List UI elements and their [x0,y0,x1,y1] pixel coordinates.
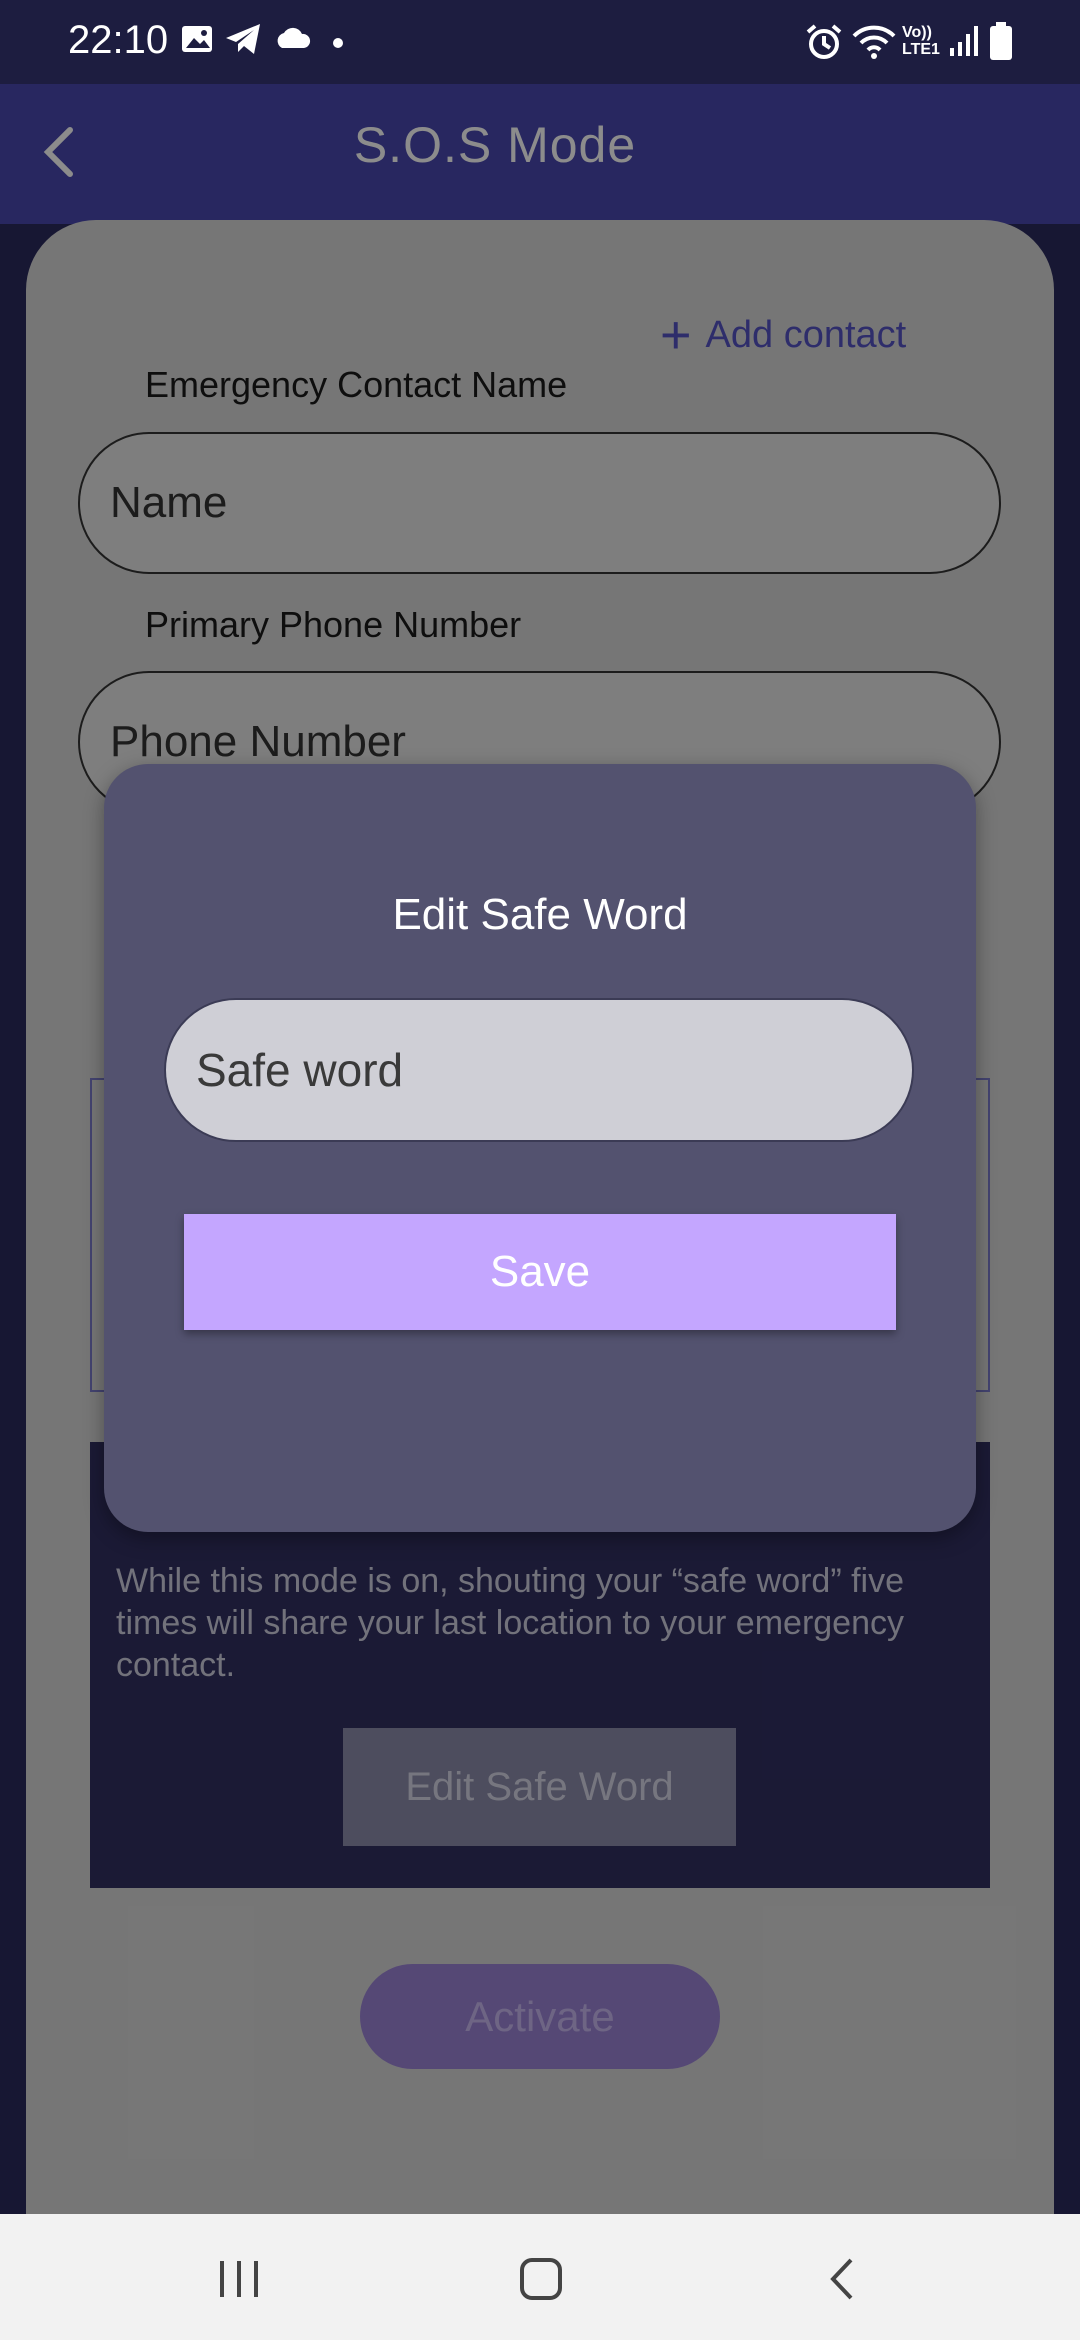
volte-icon: Vo)) LTE1 [902,24,940,58]
edit-safe-word-dialog [104,764,976,1532]
cloud-icon [272,22,312,61]
image-icon [180,22,214,61]
signal-icon [948,22,982,63]
safe-word-input[interactable]: Safe word [164,998,914,1142]
battery-icon [990,22,1012,65]
home-icon [520,2258,562,2300]
dialog-title: Edit Safe Word [392,890,688,939]
back-arrow-icon [830,2258,853,2300]
home-button[interactable] [496,2244,586,2314]
wifi-icon [852,22,896,67]
volte-text: Vo)) [902,24,932,41]
recent-apps-button[interactable] [194,2244,284,2314]
dot-icon [332,36,344,54]
back-nav-button[interactable] [798,2244,888,2314]
recent-apps-icon [220,2261,258,2297]
lte-text: LTE1 [902,41,940,58]
status-bar: 22:10 Vo)) LTE1 [0,0,1080,84]
save-button[interactable]: Save [184,1214,896,1330]
status-time: 22:10 [68,18,169,62]
alarm-icon [804,22,844,67]
telegram-icon [224,22,264,61]
safe-word-placeholder: Safe word [196,1044,404,1096]
